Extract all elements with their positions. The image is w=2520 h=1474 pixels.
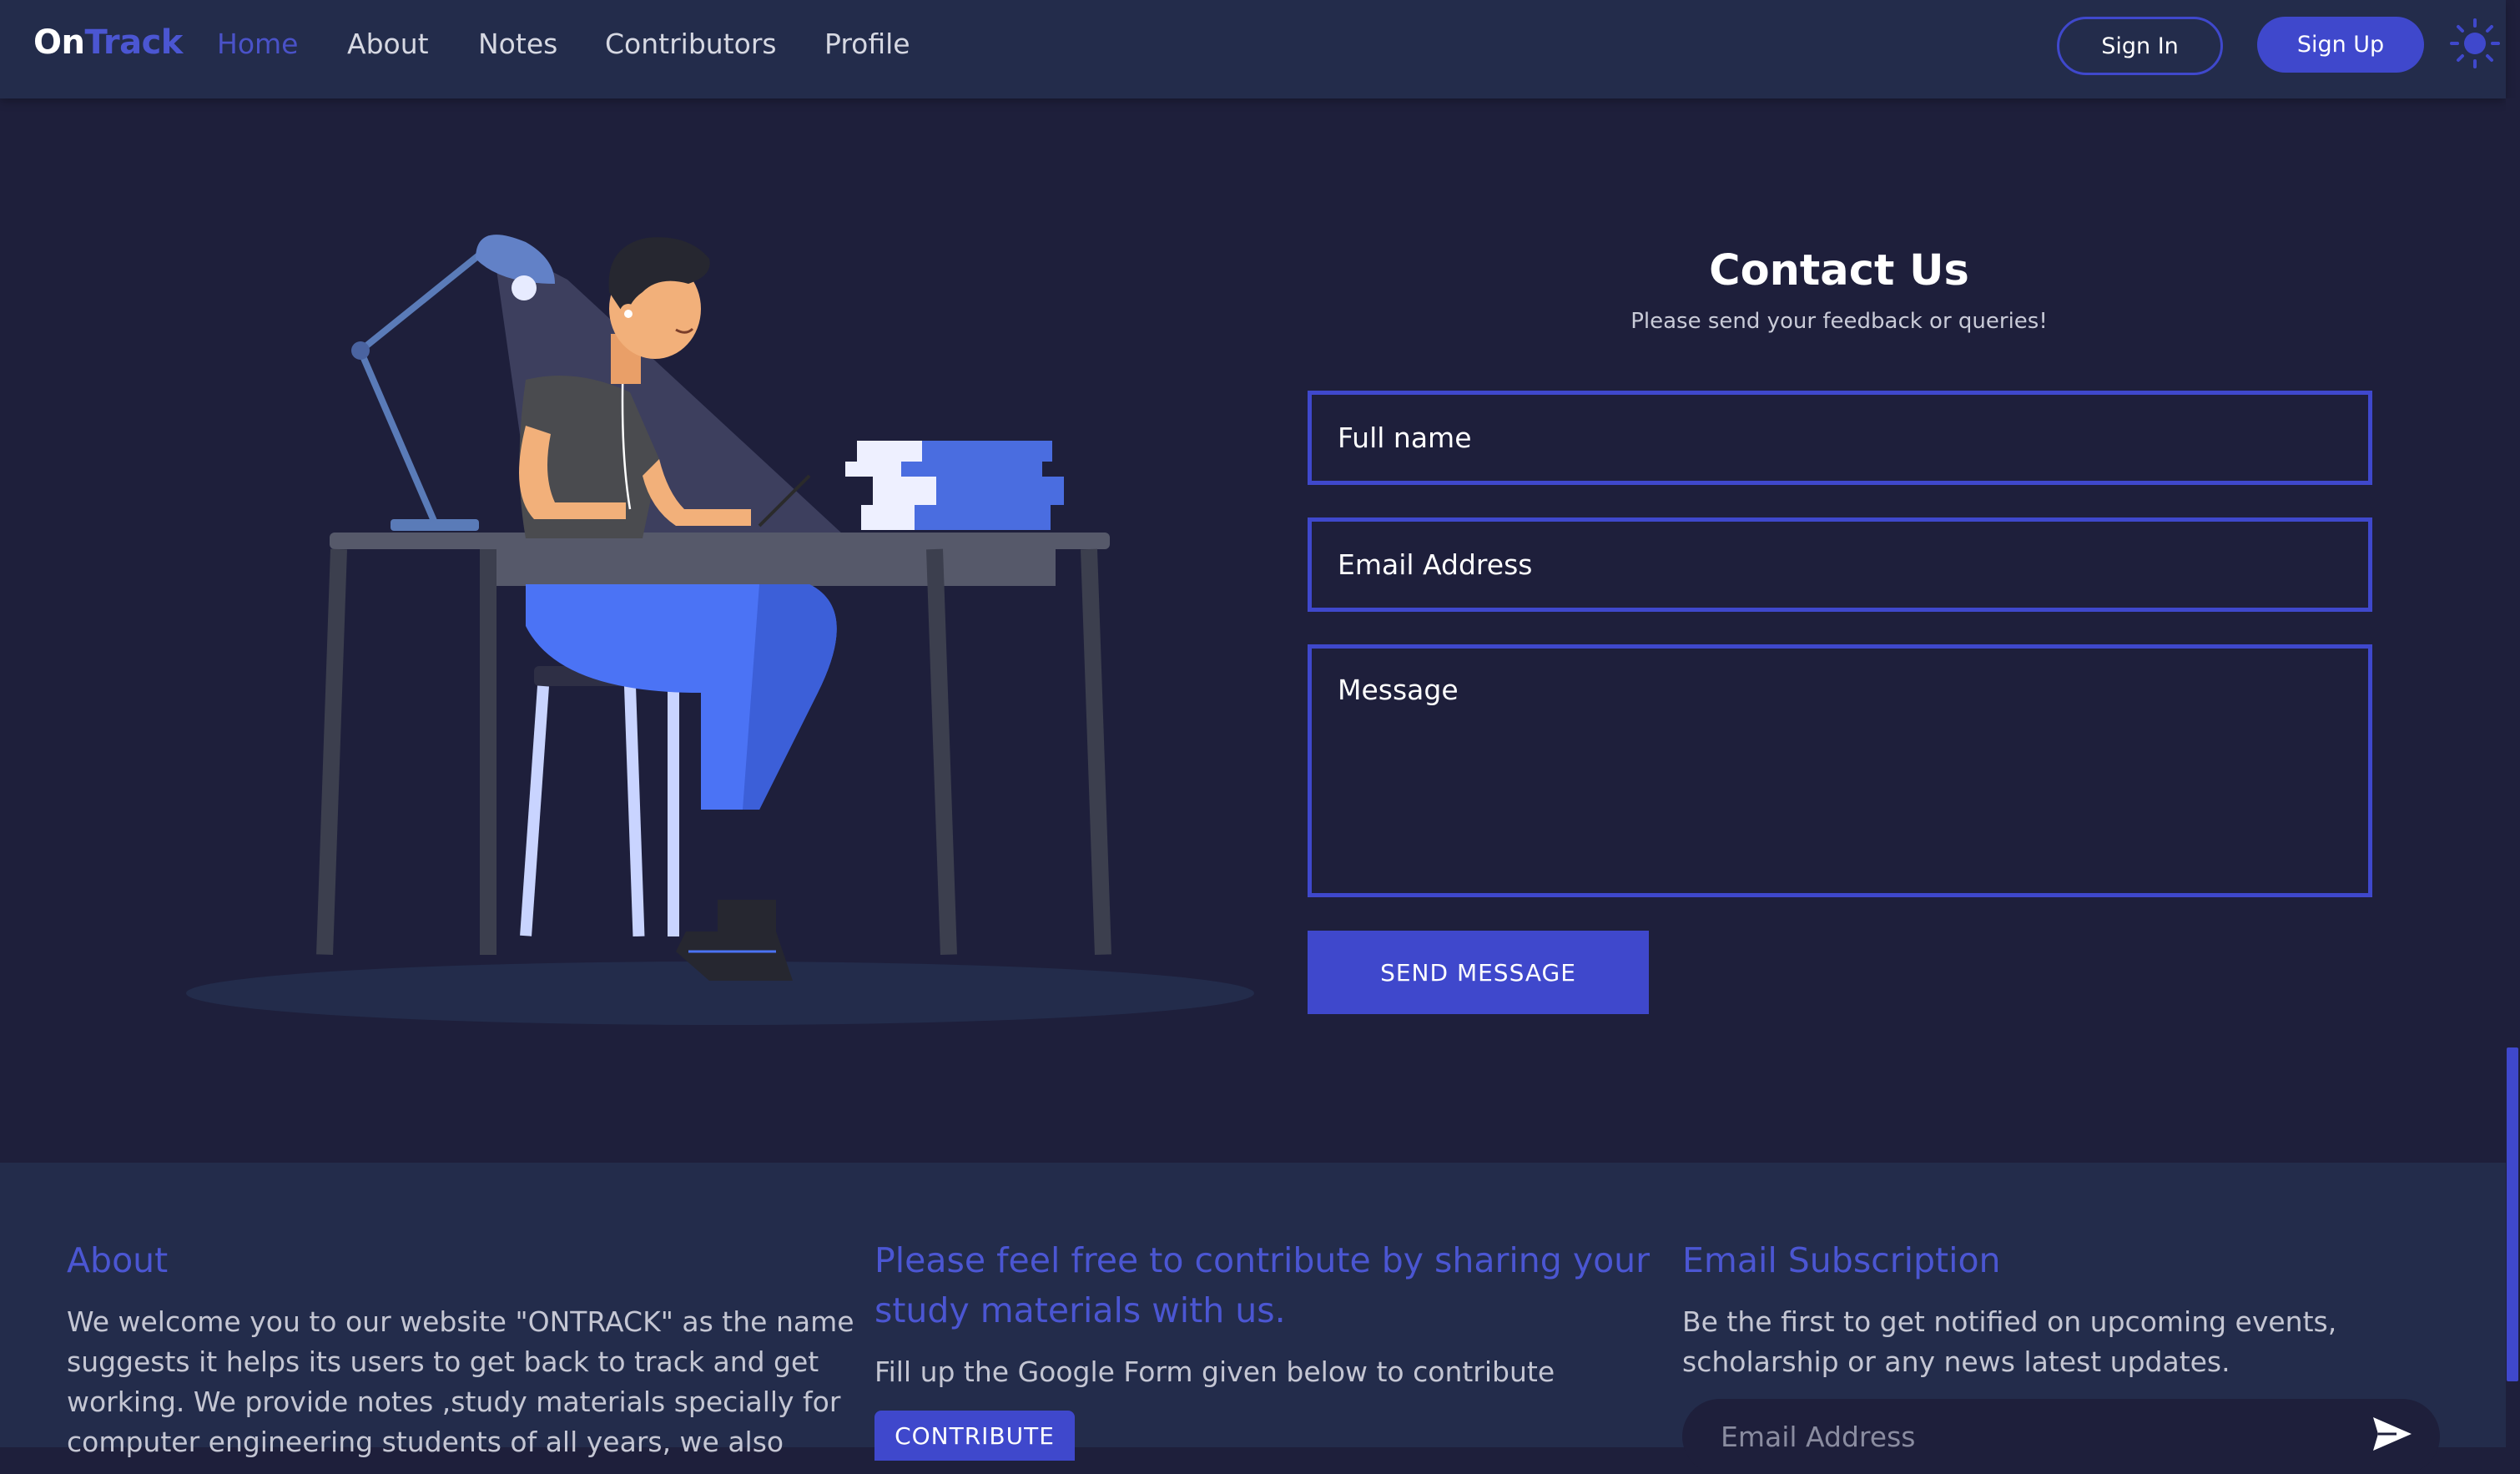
footer-about-text-line-1: We welcome you to our website "ONTRACK" …	[67, 1305, 854, 1338]
contact-title: Contact Us	[1709, 246, 1969, 295]
email-input[interactable]	[1308, 517, 2372, 612]
nav-link-about[interactable]: About	[347, 28, 429, 60]
contribute-button[interactable]: CONTRIBUTE	[874, 1411, 1075, 1461]
footer-subscription-heading: Email Subscription	[1682, 1240, 2001, 1280]
navbar: OnTrack Home About Notes Contributors Pr…	[0, 0, 2506, 98]
sign-in-button[interactable]: Sign In	[2057, 17, 2223, 75]
footer-about-text-line-3: working. We provide notes ,study materia…	[67, 1386, 841, 1418]
nav-link-notes[interactable]: Notes	[478, 28, 557, 60]
nav-link-profile[interactable]: Profile	[824, 28, 910, 60]
footer-contribute-heading-line-2: study materials with us.	[874, 1290, 1286, 1330]
paper-plane-icon[interactable]	[2371, 1416, 2413, 1452]
brand-logo-part1: On	[33, 23, 85, 62]
footer-contribute-text: Fill up the Google Form given below to c…	[874, 1355, 1555, 1388]
footer-about-text-line-4: computer engineering students of all yea…	[67, 1426, 784, 1458]
footer-about-heading: About	[67, 1240, 169, 1280]
scrollbar-thumb[interactable]	[2507, 1047, 2518, 1381]
sun-icon[interactable]	[2448, 17, 2502, 70]
nav-link-contributors[interactable]: Contributors	[605, 28, 777, 60]
message-textarea[interactable]	[1308, 644, 2372, 897]
student-desk-illustration	[186, 235, 1254, 1025]
footer-contribute-heading-line-1: Please feel free to contribute by sharin…	[874, 1240, 1651, 1280]
nav-link-home[interactable]: Home	[217, 28, 298, 60]
brand-logo-part2: Track	[84, 23, 183, 62]
footer-subscription-text-line-1: Be the first to get notified on upcoming…	[1682, 1305, 2337, 1338]
full-name-input[interactable]	[1308, 391, 2372, 485]
footer-subscription-text-line-2: scholarship or any news latest updates.	[1682, 1345, 2230, 1378]
send-message-button[interactable]: SEND MESSAGE	[1308, 931, 1649, 1014]
brand-logo[interactable]: OnTrack	[33, 23, 183, 62]
footer-about-text-line-2: suggests it helps its users to get back …	[67, 1345, 819, 1378]
contact-subtitle: Please send your feedback or queries!	[1630, 309, 2048, 334]
sign-up-button[interactable]: Sign Up	[2257, 17, 2424, 73]
subscription-email-input[interactable]	[1682, 1399, 2440, 1474]
